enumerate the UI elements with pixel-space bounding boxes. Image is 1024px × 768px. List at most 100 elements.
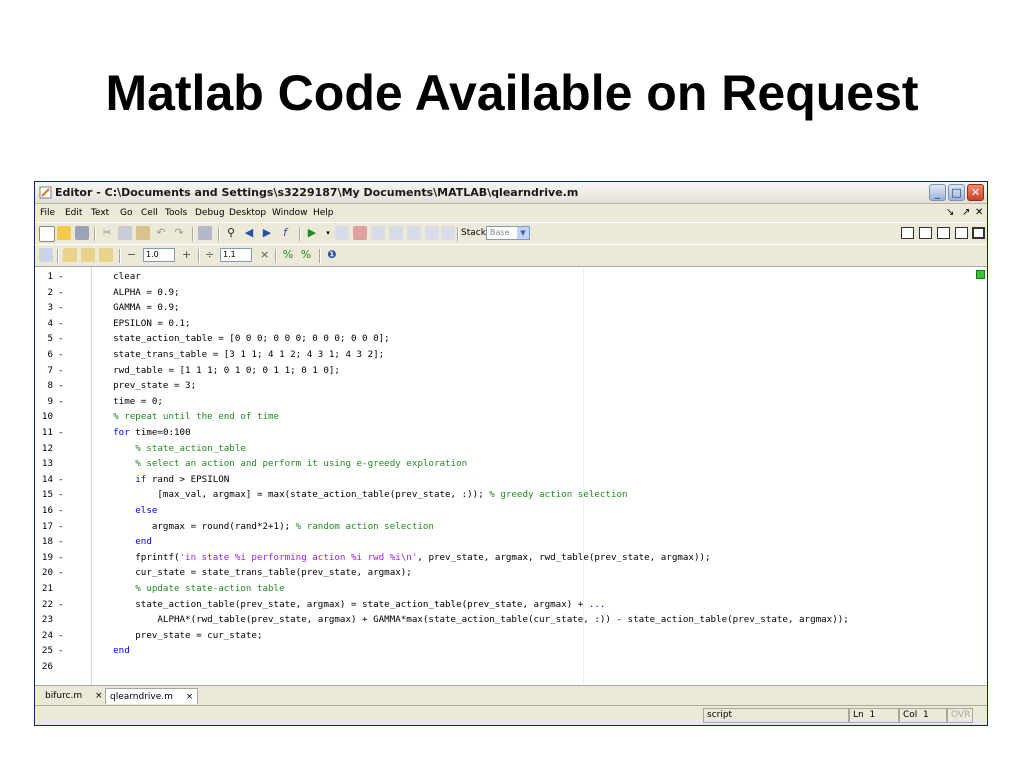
code-line[interactable]: 7- rwd_table = [1 1 1; 0 1 0; 0 1 1; 0 1…	[35, 363, 987, 379]
code-line[interactable]: 11- for time=0:100	[35, 425, 987, 441]
executable-marker[interactable]: -	[58, 378, 64, 394]
next-cell-icon[interactable]	[99, 248, 113, 262]
executable-marker[interactable]: -	[58, 565, 64, 581]
menu-edit[interactable]: Edit	[65, 208, 82, 218]
undo-icon[interactable]: ↶	[154, 226, 168, 240]
value-input-1[interactable]: 1.0	[143, 248, 175, 262]
help-info-icon[interactable]: ❶	[325, 248, 339, 262]
cut-icon[interactable]: ✂	[100, 226, 114, 240]
executable-marker[interactable]: -	[58, 643, 64, 659]
menu-text[interactable]: Text	[91, 208, 109, 218]
code-line[interactable]: 19- fprintf('in state %i performing acti…	[35, 550, 987, 566]
chevron-down-icon[interactable]: ▼	[517, 227, 529, 239]
eval-cell-icon[interactable]	[63, 248, 77, 262]
tab-bifurc[interactable]: bifurc.m ×	[41, 688, 107, 704]
menu-window[interactable]: Window	[272, 208, 308, 218]
executable-marker[interactable]: -	[58, 269, 64, 285]
print-icon[interactable]	[198, 226, 212, 240]
layout-top-bottom-icon[interactable]	[937, 227, 950, 239]
eval-advance-icon[interactable]	[81, 248, 95, 262]
step-out-icon[interactable]	[407, 226, 421, 240]
code-line[interactable]: 24- prev_state = cur_state;	[35, 628, 987, 644]
code-line[interactable]: 16- else	[35, 503, 987, 519]
executable-marker[interactable]: -	[58, 503, 64, 519]
divide-icon[interactable]: ÷	[205, 248, 214, 261]
code-line[interactable]: 20- cur_state = state_trans_table(prev_s…	[35, 565, 987, 581]
code-line[interactable]: 6- state_trans_table = [3 1 1; 4 1 2; 4 …	[35, 347, 987, 363]
cell-mode-icon[interactable]	[39, 248, 53, 262]
executable-marker[interactable]: -	[58, 363, 64, 379]
menu-desktop[interactable]: Desktop	[229, 208, 266, 218]
value-input-2[interactable]: 1.1	[220, 248, 252, 262]
dock-icon[interactable]: ↗	[962, 207, 970, 218]
comment-icon[interactable]: %	[281, 248, 295, 262]
maximize-button[interactable]: □	[948, 184, 965, 201]
breakpoint-set-icon[interactable]	[335, 226, 349, 240]
copy-icon[interactable]	[118, 226, 132, 240]
code-line[interactable]: 18- end	[35, 534, 987, 550]
executable-marker[interactable]: -	[58, 472, 64, 488]
step-icon[interactable]	[371, 226, 385, 240]
minimize-button[interactable]: _	[929, 184, 946, 201]
continue-icon[interactable]	[425, 226, 439, 240]
exit-debug-icon[interactable]	[441, 226, 455, 240]
code-line[interactable]: 15- [max_val, argmax] = max(state_action…	[35, 487, 987, 503]
code-line[interactable]: 12 % state_action_table	[35, 441, 987, 457]
code-line[interactable]: 14- if rand > EPSILON	[35, 472, 987, 488]
layout-float-icon[interactable]	[955, 227, 968, 239]
layout-tile-icon[interactable]	[901, 227, 914, 239]
code-line[interactable]: 5- state_action_table = [0 0 0; 0 0 0; 0…	[35, 331, 987, 347]
code-line[interactable]: 21 % update state-action table	[35, 581, 987, 597]
decrement-icon[interactable]: −	[127, 248, 136, 261]
menu-debug[interactable]: Debug	[195, 208, 225, 218]
undock-icon[interactable]: ↘	[946, 207, 954, 218]
back-icon[interactable]: ◀	[242, 226, 256, 240]
code-line[interactable]: 1- clear	[35, 269, 987, 285]
tab-qlearndrive[interactable]: qlearndrive.m ×	[105, 688, 199, 704]
executable-marker[interactable]: -	[58, 534, 64, 550]
run-dropdown-icon[interactable]: ▾	[321, 226, 335, 240]
breakpoint-clear-icon[interactable]	[353, 226, 367, 240]
close-button[interactable]: ✕	[967, 184, 984, 201]
menu-help[interactable]: Help	[313, 208, 334, 218]
executable-marker[interactable]: -	[58, 347, 64, 363]
menu-file[interactable]: File	[40, 208, 55, 218]
new-file-icon[interactable]	[39, 226, 55, 242]
forward-icon[interactable]: ▶	[260, 226, 274, 240]
paste-icon[interactable]	[136, 226, 150, 240]
code-line[interactable]: 4- EPSILON = 0.1;	[35, 316, 987, 332]
menu-cell[interactable]: Cell	[141, 208, 158, 218]
executable-marker[interactable]: -	[58, 300, 64, 316]
close-doc-icon[interactable]: ✕	[975, 207, 983, 218]
code-line[interactable]: 8- prev_state = 3;	[35, 378, 987, 394]
layout-left-right-icon[interactable]	[919, 227, 932, 239]
save-icon[interactable]	[75, 226, 89, 240]
code-line[interactable]: 2- ALPHA = 0.9;	[35, 285, 987, 301]
code-editor[interactable]: 1- clear 2- ALPHA = 0.9; 3- GAMMA = 0.9; 4-…	[35, 266, 987, 685]
executable-marker[interactable]: -	[58, 487, 64, 503]
menu-go[interactable]: Go	[120, 208, 132, 218]
executable-marker[interactable]: -	[58, 550, 64, 566]
code-line[interactable]: 23 ALPHA*(rwd_table(prev_state, argmax) …	[35, 612, 987, 628]
multiply-icon[interactable]: ×	[260, 248, 269, 261]
window-titlebar[interactable]: Editor - C:\Documents and Settings\s3229…	[35, 182, 987, 204]
code-line[interactable]: 10 % repeat until the end of time	[35, 409, 987, 425]
open-file-icon[interactable]	[57, 226, 71, 240]
tab-close-icon[interactable]: ×	[186, 692, 194, 702]
executable-marker[interactable]: -	[58, 519, 64, 535]
stack-select[interactable]: Base ▼	[486, 226, 530, 240]
redo-icon[interactable]: ↷	[172, 226, 186, 240]
code-line[interactable]: 26	[35, 659, 987, 675]
code-line[interactable]: 17- argmax = round(rand*2+1); % random a…	[35, 519, 987, 535]
tab-close-icon[interactable]: ×	[95, 691, 103, 701]
executable-marker[interactable]: -	[58, 316, 64, 332]
code-line[interactable]: 22- state_action_table(prev_state, argma…	[35, 597, 987, 613]
executable-marker[interactable]: -	[58, 597, 64, 613]
code-analyzer-indicator[interactable]	[976, 270, 985, 279]
uncomment-icon[interactable]: %	[299, 248, 313, 262]
executable-marker[interactable]: -	[58, 285, 64, 301]
executable-marker[interactable]: -	[58, 425, 64, 441]
menu-tools[interactable]: Tools	[165, 208, 187, 218]
find-icon[interactable]: ⚲	[224, 226, 238, 240]
code-line[interactable]: 25- end	[35, 643, 987, 659]
